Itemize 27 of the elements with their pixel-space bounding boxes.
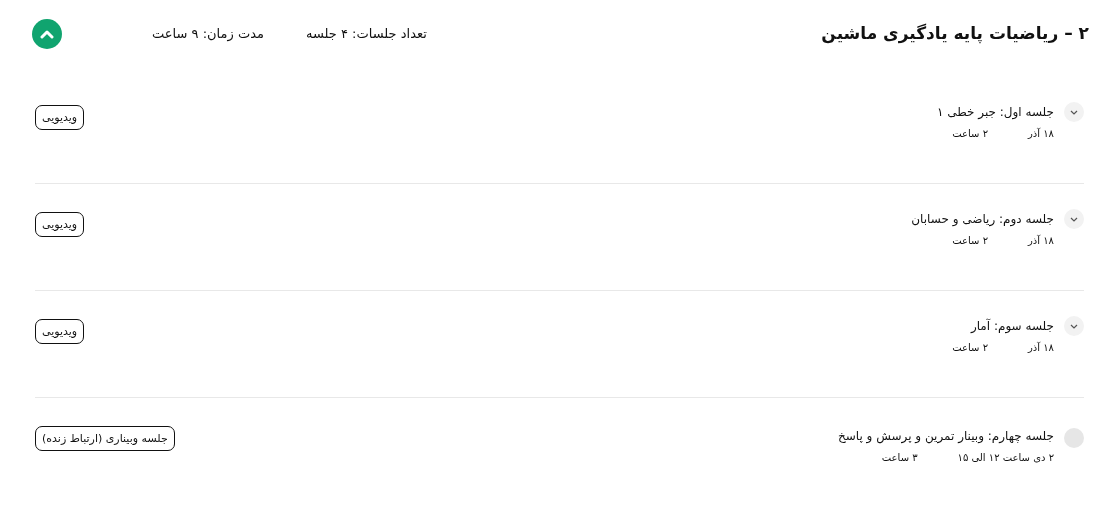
session-duration: ۲ ساعت [952,127,988,141]
session-type-badge: ویدیویی [35,105,85,130]
session-date: ۱۸ آذر [1028,126,1054,141]
expand-button[interactable] [1064,102,1084,122]
session-title: جلسه اول: جبر خطی ۱ [936,104,1054,121]
chevron-down-icon [1070,216,1078,222]
chevron-down-icon [1070,109,1078,115]
course-title: ۲ – ریاضیات پایه یادگیری ماشین [821,22,1089,46]
session-title: جلسه چهارم: وبینار تمرین و پرسش و پاسخ [838,428,1054,445]
expand-button[interactable] [1064,209,1084,229]
expand-button[interactable] [1064,316,1084,336]
session-title: جلسه سوم: آمار [969,317,1054,335]
chevron-down-icon [1070,323,1078,329]
session-type-badge: ویدیویی [35,212,85,237]
chevron-up-icon [40,29,54,39]
session-date: ۱۸ آذر [1028,340,1054,355]
session-date: ۲ دی ساعت ۱۲ الی ۱۵ [957,451,1054,465]
session-type-badge: ویدیویی [35,319,85,344]
course-duration: مدت زمان: ۹ ساعت [152,25,264,44]
sessions-count: تعداد جلسات: ۴ جلسه [305,25,427,44]
session-duration: ۲ ساعت [952,234,988,248]
session-date: ۱۸ آذر [1028,233,1054,248]
session-title: جلسه دوم: ریاضی و حسابان [911,211,1054,228]
session-type-badge: جلسه وبیناری (ارتباط زنده) [35,426,175,451]
session-duration: ۳ ساعت [881,451,918,465]
collapse-button[interactable] [32,19,62,49]
session-duration: ۲ ساعت [952,341,988,355]
